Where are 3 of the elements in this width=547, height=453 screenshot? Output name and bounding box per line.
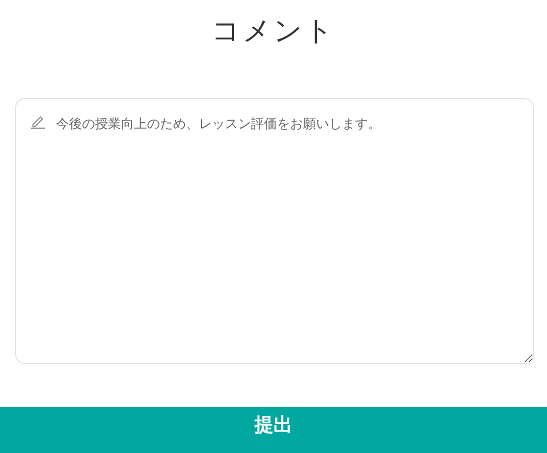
comment-field[interactable]: 今後の授業向上のため、レッスン評価をお願いします。 bbox=[15, 98, 534, 364]
page-title: コメント bbox=[212, 13, 336, 49]
submit-button[interactable]: 提出 bbox=[0, 407, 547, 453]
